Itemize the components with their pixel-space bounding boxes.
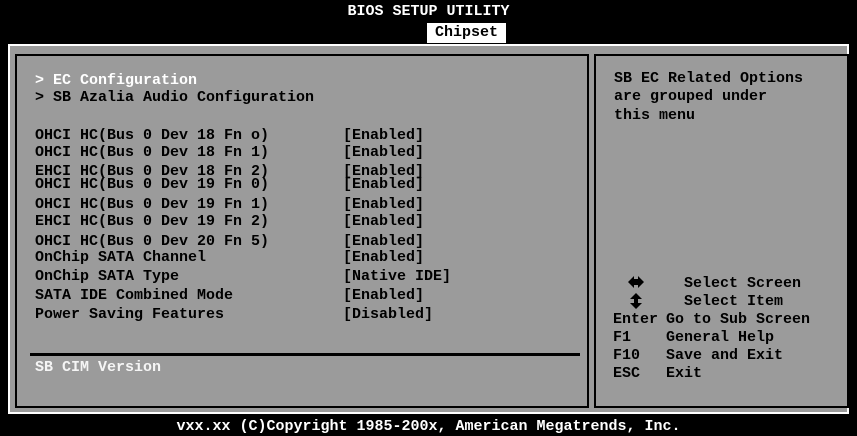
- tab-chipset[interactable]: Chipset: [427, 23, 506, 43]
- setting-value-sata-ide-combined[interactable]: [Enabled]: [343, 288, 424, 304]
- help-key-f1: F1: [613, 329, 632, 346]
- setting-label-onchip-sata-channel[interactable]: OnChip SATA Channel: [35, 250, 206, 266]
- help-key-select-screen: Select Screen: [684, 275, 802, 292]
- setting-label-ohci-20-5[interactable]: OHCI HC(Bus 0 Dev 20 Fn 5): [35, 234, 269, 250]
- help-text-line-3: this menu: [614, 107, 696, 124]
- up-down-arrows-icon: [630, 293, 642, 309]
- setting-value-ohci-18-1[interactable]: [Enabled]: [343, 145, 424, 161]
- help-key-select-item: Select Item: [684, 293, 784, 310]
- sb-cim-version: SB CIM Version: [35, 359, 162, 376]
- setting-value-onchip-sata-channel[interactable]: [Enabled]: [343, 250, 424, 266]
- setting-label-ohci-18-0[interactable]: OHCI HC(Bus 0 Dev 18 Fn o): [35, 128, 269, 144]
- setting-value-ohci-20-5[interactable]: [Enabled]: [343, 234, 424, 250]
- setting-label-ohci-19-1[interactable]: OHCI HC(Bus 0 Dev 19 Fn 1): [35, 197, 269, 213]
- help-key-enter-desc: Go to Sub Screen: [666, 311, 811, 328]
- help-text-line-2: are grouped under: [614, 88, 768, 105]
- setting-value-ohci-19-0[interactable]: [Enabled]: [343, 177, 424, 193]
- setting-value-ohci-18-0[interactable]: [Enabled]: [343, 128, 424, 144]
- setting-value-power-saving[interactable]: [Disabled]: [343, 307, 433, 323]
- submenu-sb-azalia-audio[interactable]: > SB Azalia Audio Configuration: [35, 90, 314, 106]
- help-key-f10-desc: Save and Exit: [666, 347, 784, 364]
- setting-value-ehci-19-2[interactable]: [Enabled]: [343, 214, 424, 230]
- setting-label-ehci-19-2[interactable]: EHCI HC(Bus 0 Dev 19 Fn 2): [35, 214, 269, 230]
- title-bar: BIOS SETUP UTILITY Chipset: [0, 0, 857, 44]
- help-key-esc: ESC: [613, 365, 641, 382]
- help-key-f1-desc: General Help: [666, 329, 775, 346]
- setting-label-onchip-sata-type[interactable]: OnChip SATA Type: [35, 269, 179, 285]
- setting-label-ohci-19-0[interactable]: OHCI HC(Bus 0 Dev 19 Fn 0): [35, 177, 269, 193]
- help-key-esc-desc: Exit: [666, 365, 703, 382]
- copyright-footer: vxx.xx (C)Copyright 1985-200x, American …: [176, 418, 681, 435]
- setting-label-sata-ide-combined[interactable]: SATA IDE Combined Mode: [35, 288, 233, 304]
- setting-label-ohci-18-1[interactable]: OHCI HC(Bus 0 Dev 18 Fn 1): [35, 145, 269, 161]
- main-separator: [30, 353, 580, 356]
- setting-value-ohci-19-1[interactable]: [Enabled]: [343, 197, 424, 213]
- setting-label-power-saving[interactable]: Power Saving Features: [35, 307, 224, 323]
- left-right-arrows-icon: [628, 276, 644, 288]
- bios-title: BIOS SETUP UTILITY: [347, 3, 510, 20]
- setting-value-onchip-sata-type[interactable]: [Native IDE]: [343, 269, 451, 285]
- submenu-ec-configuration[interactable]: > EC Configuration: [35, 73, 197, 89]
- help-key-enter: Enter: [613, 311, 659, 328]
- help-key-f10: F10: [613, 347, 641, 364]
- help-text-line-1: SB EC Related Options: [614, 70, 804, 87]
